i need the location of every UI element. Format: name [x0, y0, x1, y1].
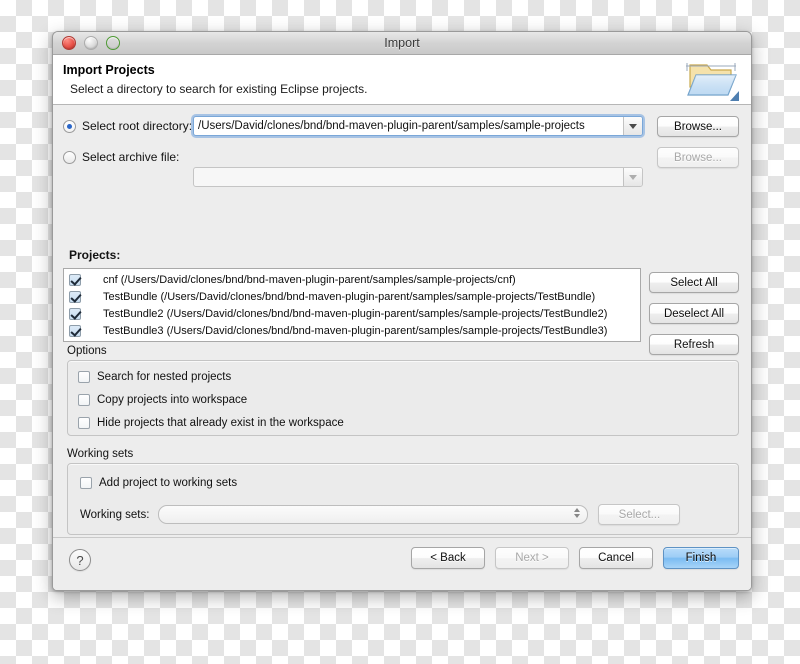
page-title: Import Projects [63, 63, 155, 77]
project-label: cnf (/Users/David/clones/bnd/bnd-maven-p… [103, 273, 516, 286]
project-label: TestBundle (/Users/David/clones/bnd/bnd-… [103, 290, 596, 303]
root-directory-dropdown-arrow[interactable] [623, 117, 642, 135]
import-folder-icon [680, 57, 742, 105]
import-dialog-window: Import Import Projects Select a director… [52, 31, 752, 591]
finish-button-label: Finish [685, 552, 717, 564]
window-controls [62, 36, 120, 50]
project-checkbox[interactable] [69, 290, 81, 303]
project-label: TestBundle2 (/Users/David/clones/bnd/bnd… [103, 307, 608, 320]
add-project-to-working-sets-checkbox[interactable] [80, 477, 92, 489]
search-nested-projects-label: Search for nested projects [97, 371, 232, 383]
list-item[interactable]: TestBundle2 (/Users/David/clones/bnd/bnd… [64, 305, 640, 322]
project-checkbox[interactable] [69, 307, 81, 320]
working-sets-group-frame: Add project to working sets Working sets… [67, 463, 739, 535]
working-sets-combo[interactable] [158, 505, 589, 524]
root-directory-label: Select root directory: [82, 119, 193, 133]
chevron-up-icon [574, 508, 581, 512]
help-button[interactable]: ? [69, 549, 91, 571]
archive-file-radio[interactable] [63, 150, 76, 164]
project-label: TestBundle3 (/Users/David/clones/bnd/bnd… [103, 324, 608, 337]
working-sets-field-label: Working sets: [80, 508, 150, 521]
project-checkbox[interactable] [69, 273, 81, 286]
root-directory-radio[interactable] [63, 119, 76, 133]
select-working-sets-button: Select... [598, 504, 681, 525]
dialog-body: Select root directory: /Users/David/clon… [53, 105, 751, 590]
search-nested-projects-checkbox[interactable] [78, 371, 90, 383]
finish-button[interactable]: Finish [663, 547, 739, 569]
browse-root-label: Browse... [674, 120, 722, 133]
dialog-footer: ? < Back Next > Cancel Finish [53, 537, 751, 590]
archive-file-dropdown-arrow [623, 168, 642, 186]
close-button-icon[interactable] [62, 36, 76, 50]
chevron-down-icon [629, 123, 637, 129]
project-checkbox[interactable] [69, 324, 81, 337]
dialog-header: Import Projects Select a directory to se… [53, 55, 751, 105]
browse-archive-file-button: Browse... [657, 147, 739, 168]
page-description: Select a directory to search for existin… [70, 82, 368, 96]
copy-projects-checkbox[interactable] [78, 394, 90, 406]
list-item[interactable]: cnf (/Users/David/clones/bnd/bnd-maven-p… [64, 271, 640, 288]
copy-projects-label: Copy projects into workspace [97, 394, 248, 406]
add-project-to-working-sets-label: Add project to working sets [99, 477, 238, 489]
select-working-sets-label: Select... [618, 508, 661, 521]
hide-existing-projects-checkbox[interactable] [78, 417, 90, 429]
browse-root-directory-button[interactable]: Browse... [657, 116, 739, 137]
chevron-down-icon [629, 174, 637, 180]
select-all-label: Select All [670, 276, 718, 289]
chevron-down-icon [574, 514, 581, 518]
projects-label: Projects: [69, 248, 121, 262]
archive-file-combo [193, 167, 643, 187]
root-directory-row: Select root directory: [63, 119, 192, 133]
help-icon: ? [76, 552, 84, 568]
window-title: Import [384, 36, 420, 50]
add-to-working-sets-row[interactable]: Add project to working sets [80, 477, 738, 489]
deselect-all-button[interactable]: Deselect All [649, 303, 739, 324]
next-button: Next > [495, 547, 569, 569]
root-directory-value[interactable]: /Users/David/clones/bnd/bnd-maven-plugin… [194, 120, 623, 132]
cancel-button-label: Cancel [598, 552, 634, 564]
option-search-nested-row[interactable]: Search for nested projects [78, 371, 738, 383]
back-button-label: < Back [430, 552, 466, 564]
working-sets-field-row: Working sets: Select... [80, 504, 738, 525]
options-group: Options Search for nested projects Copy … [67, 345, 739, 436]
cancel-button[interactable]: Cancel [579, 547, 653, 569]
list-item[interactable]: TestBundle3 (/Users/David/clones/bnd/bnd… [64, 322, 640, 339]
next-button-label: Next > [515, 552, 549, 564]
back-button[interactable]: < Back [411, 547, 485, 569]
archive-file-row: Select archive file: [63, 150, 179, 164]
root-directory-combo[interactable]: /Users/David/clones/bnd/bnd-maven-plugin… [193, 116, 643, 136]
browse-archive-label: Browse... [674, 151, 722, 164]
option-copy-projects-row[interactable]: Copy projects into workspace [78, 394, 738, 406]
options-group-title: Options [67, 345, 107, 357]
archive-file-label: Select archive file: [82, 150, 180, 164]
working-sets-group-title: Working sets [67, 448, 134, 460]
footer-button-group: < Back Next > Cancel Finish [411, 547, 739, 569]
projects-list[interactable]: cnf (/Users/David/clones/bnd/bnd-maven-p… [63, 268, 641, 342]
zoom-button-icon[interactable] [106, 36, 120, 50]
stepper-arrows-icon[interactable] [574, 508, 581, 518]
options-group-frame: Search for nested projects Copy projects… [67, 360, 739, 436]
working-sets-group: Working sets Add project to working sets… [67, 448, 739, 535]
option-hide-existing-row[interactable]: Hide projects that already exist in the … [78, 417, 738, 429]
hide-existing-projects-label: Hide projects that already exist in the … [97, 417, 344, 429]
window-titlebar[interactable]: Import [53, 32, 751, 55]
deselect-all-label: Deselect All [663, 307, 725, 320]
select-all-button[interactable]: Select All [649, 272, 739, 293]
list-item[interactable]: TestBundle (/Users/David/clones/bnd/bnd-… [64, 288, 640, 305]
minimize-button-icon [84, 36, 98, 50]
